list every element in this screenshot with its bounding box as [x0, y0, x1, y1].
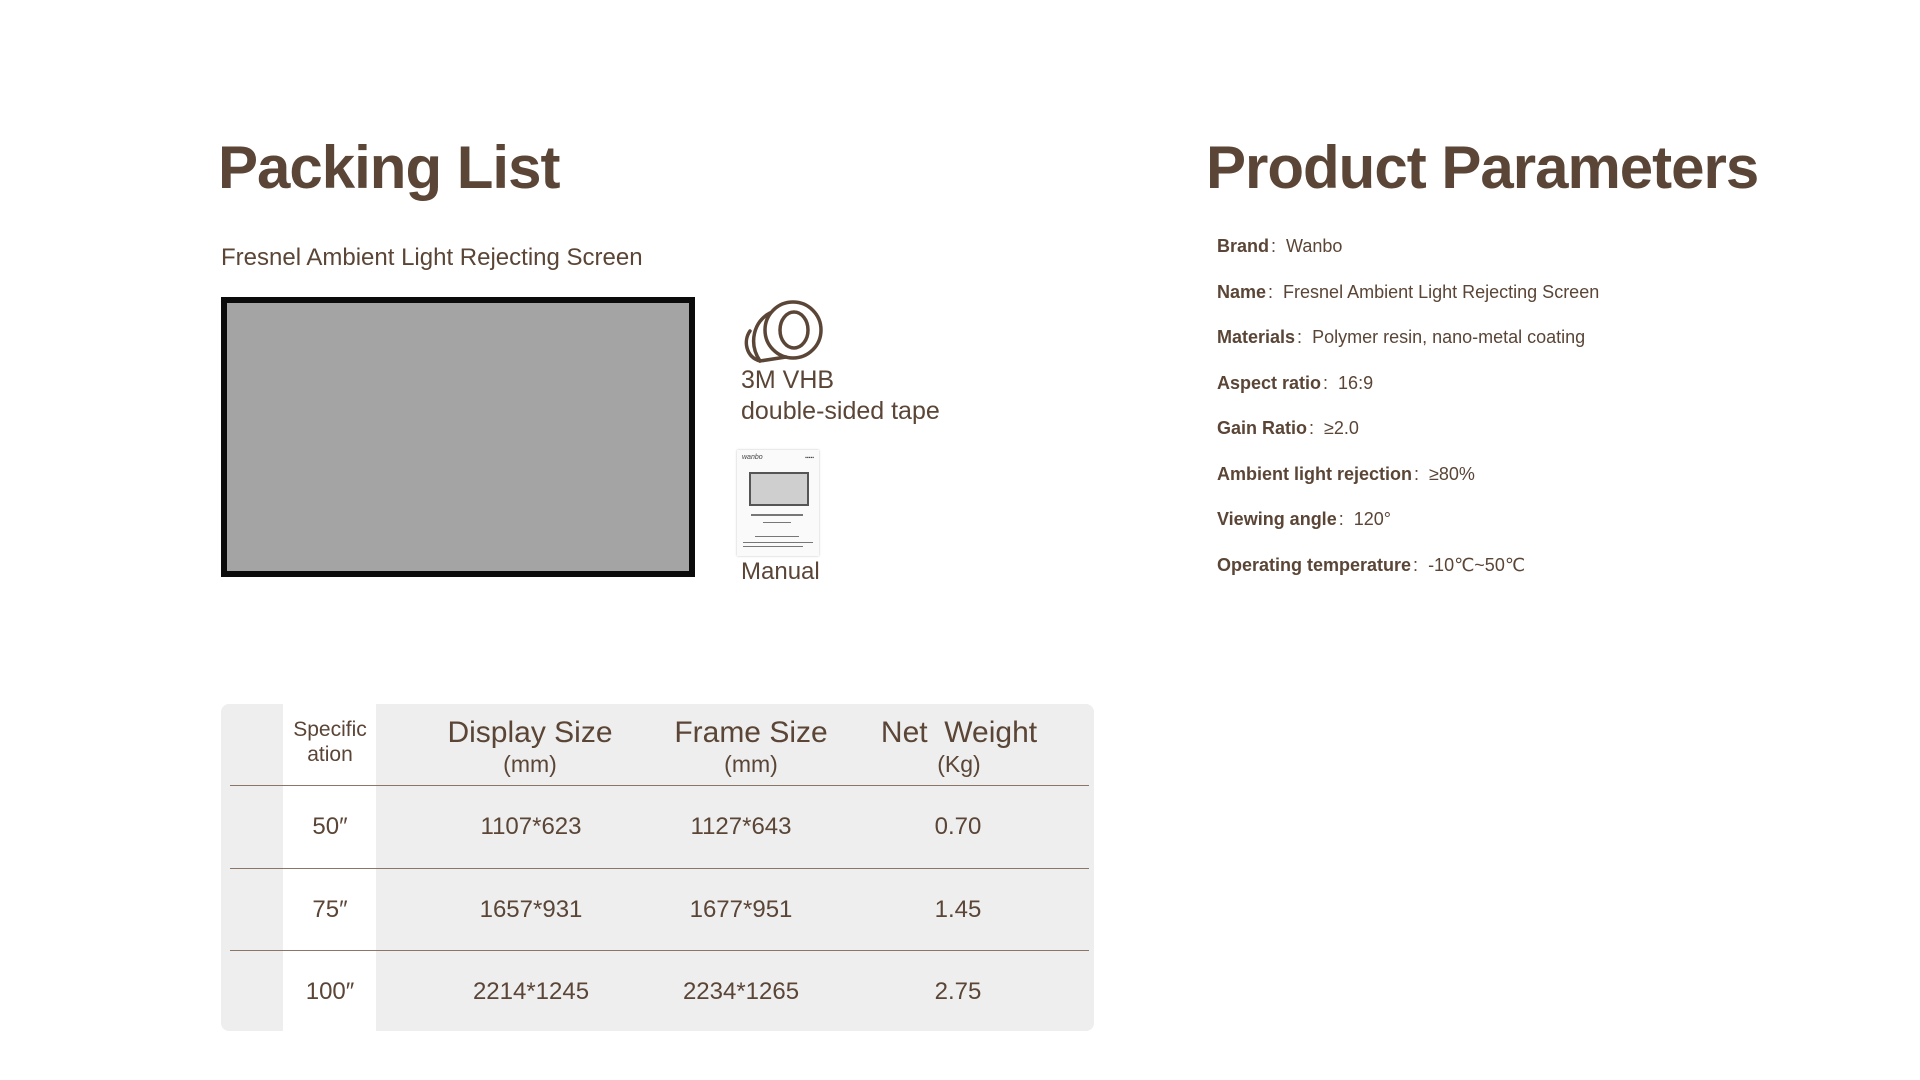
- cell-specification: 100″: [305, 978, 355, 1005]
- cell-frame-size: 1677*951: [689, 896, 793, 923]
- header-display-size: Display Size (mm): [447, 716, 612, 779]
- cell-display-size: 1657*931: [479, 896, 583, 923]
- parameter-label: Materials: [1217, 327, 1296, 347]
- parameter-value: Fresnel Ambient Light Rejecting Screen: [1283, 281, 1600, 302]
- manual-text-line: [743, 546, 803, 547]
- parameter-value: Polymer resin, nano-metal coating: [1312, 327, 1586, 347]
- row-divider: [230, 868, 1089, 869]
- tape-label: 3M VHB double-sided tape: [741, 365, 940, 427]
- screen-label: Fresnel Ambient Light Rejecting Screen: [221, 244, 643, 271]
- header-frame-size: Frame Size (mm): [674, 716, 827, 779]
- cell-net-weight: 0.70: [934, 813, 982, 840]
- header-display-size-unit: (mm): [503, 751, 557, 777]
- parameter-item: Materials: Polymer resin, nano-metal coat…: [1217, 327, 1599, 373]
- tape-label-line1: 3M VHB: [741, 366, 835, 394]
- parameter-item: Operating temperature: -10℃~50℃: [1217, 555, 1599, 601]
- parameter-item: Brand: Wanbo: [1217, 236, 1599, 282]
- manual-cover-picture: [749, 472, 809, 506]
- manual-text-line: [763, 522, 791, 523]
- manual-text-line: [751, 514, 803, 516]
- specification-table: Specific ation Display Size (mm) Frame S…: [221, 704, 1094, 1031]
- parameter-label: Operating temperature: [1217, 554, 1412, 575]
- tape-roll-icon: [744, 300, 823, 363]
- parameter-separator: :: [1414, 463, 1420, 484]
- header-display-size-label: Display Size: [447, 716, 613, 749]
- cell-specification: 50″: [312, 813, 348, 840]
- parameter-separator: :: [1271, 236, 1277, 256]
- parameter-label: Name: [1217, 281, 1267, 302]
- manual-image: wanbo ▪▪▪▪▪: [737, 450, 819, 556]
- parameter-label: Aspect ratio: [1217, 372, 1322, 393]
- parameter-item: Ambient light rejection: ≥80%: [1217, 464, 1599, 510]
- header-net-weight: Net Weight (Kg): [881, 716, 1037, 779]
- parameter-label: Ambient light rejection: [1217, 463, 1413, 484]
- tape-label-line2: double-sided tape: [741, 397, 940, 425]
- parameter-value: Wanbo: [1286, 236, 1343, 256]
- parameter-value: 120°: [1353, 509, 1391, 529]
- header-divider: [230, 785, 1089, 786]
- parameter-label: Gain Ratio: [1217, 418, 1308, 438]
- header-net-weight-unit: (Kg): [937, 751, 981, 777]
- parameter-item: Gain Ratio: ≥2.0: [1217, 418, 1599, 464]
- header-net-weight-label: Net Weight: [880, 716, 1038, 749]
- product-parameters-title: Product Parameters: [1206, 134, 1759, 201]
- parameter-value: ≥80%: [1429, 463, 1475, 484]
- cell-frame-size: 1127*643: [690, 813, 792, 840]
- parameter-separator: :: [1297, 327, 1303, 347]
- parameter-value: ≥2.0: [1324, 418, 1359, 438]
- parameter-value: 16:9: [1338, 372, 1374, 393]
- cell-display-size: 1107*623: [480, 813, 582, 840]
- parameter-value: -10℃~50℃: [1428, 554, 1526, 575]
- cell-net-weight: 2.75: [934, 978, 982, 1005]
- manual-label: Manual: [741, 558, 820, 585]
- manual-text-line: [743, 542, 813, 543]
- parameter-label: Viewing angle: [1217, 509, 1337, 529]
- parameter-item: Name: Fresnel Ambient Light Rejecting Scr…: [1217, 282, 1599, 328]
- parameter-item: Aspect ratio:16:9: [1217, 373, 1599, 419]
- parameter-separator: :: [1268, 281, 1274, 302]
- parameter-label: Brand: [1217, 236, 1270, 256]
- parameter-separator: :: [1338, 509, 1344, 529]
- cell-specification: 75″: [312, 896, 348, 923]
- cell-display-size: 2214*1245: [472, 978, 590, 1005]
- header-specification-line2: ation: [307, 743, 353, 766]
- cell-net-weight: 1.45: [934, 896, 982, 923]
- header-frame-size-label: Frame Size: [674, 716, 828, 749]
- header-frame-size-unit: (mm): [724, 751, 778, 777]
- screen-image: [221, 297, 695, 577]
- header-specification: Specific ation: [293, 717, 367, 767]
- packing-list-title: Packing List: [218, 134, 560, 201]
- parameters-list: Brand: Wanbo Name: Fresnel Ambient Light Re…: [1217, 236, 1599, 600]
- parameter-separator: :: [1309, 418, 1315, 438]
- manual-text-line: [755, 536, 799, 537]
- parameter-separator: :: [1413, 554, 1419, 575]
- header-specification-line1: Specific: [293, 718, 367, 741]
- manual-corner-mark: ▪▪▪▪▪: [805, 455, 814, 461]
- parameter-item: Viewing angle:120°: [1217, 509, 1599, 555]
- manual-brand: wanbo: [742, 454, 763, 461]
- cell-frame-size: 2234*1265: [682, 978, 800, 1005]
- row-divider: [230, 950, 1089, 951]
- parameter-separator: :: [1323, 372, 1329, 393]
